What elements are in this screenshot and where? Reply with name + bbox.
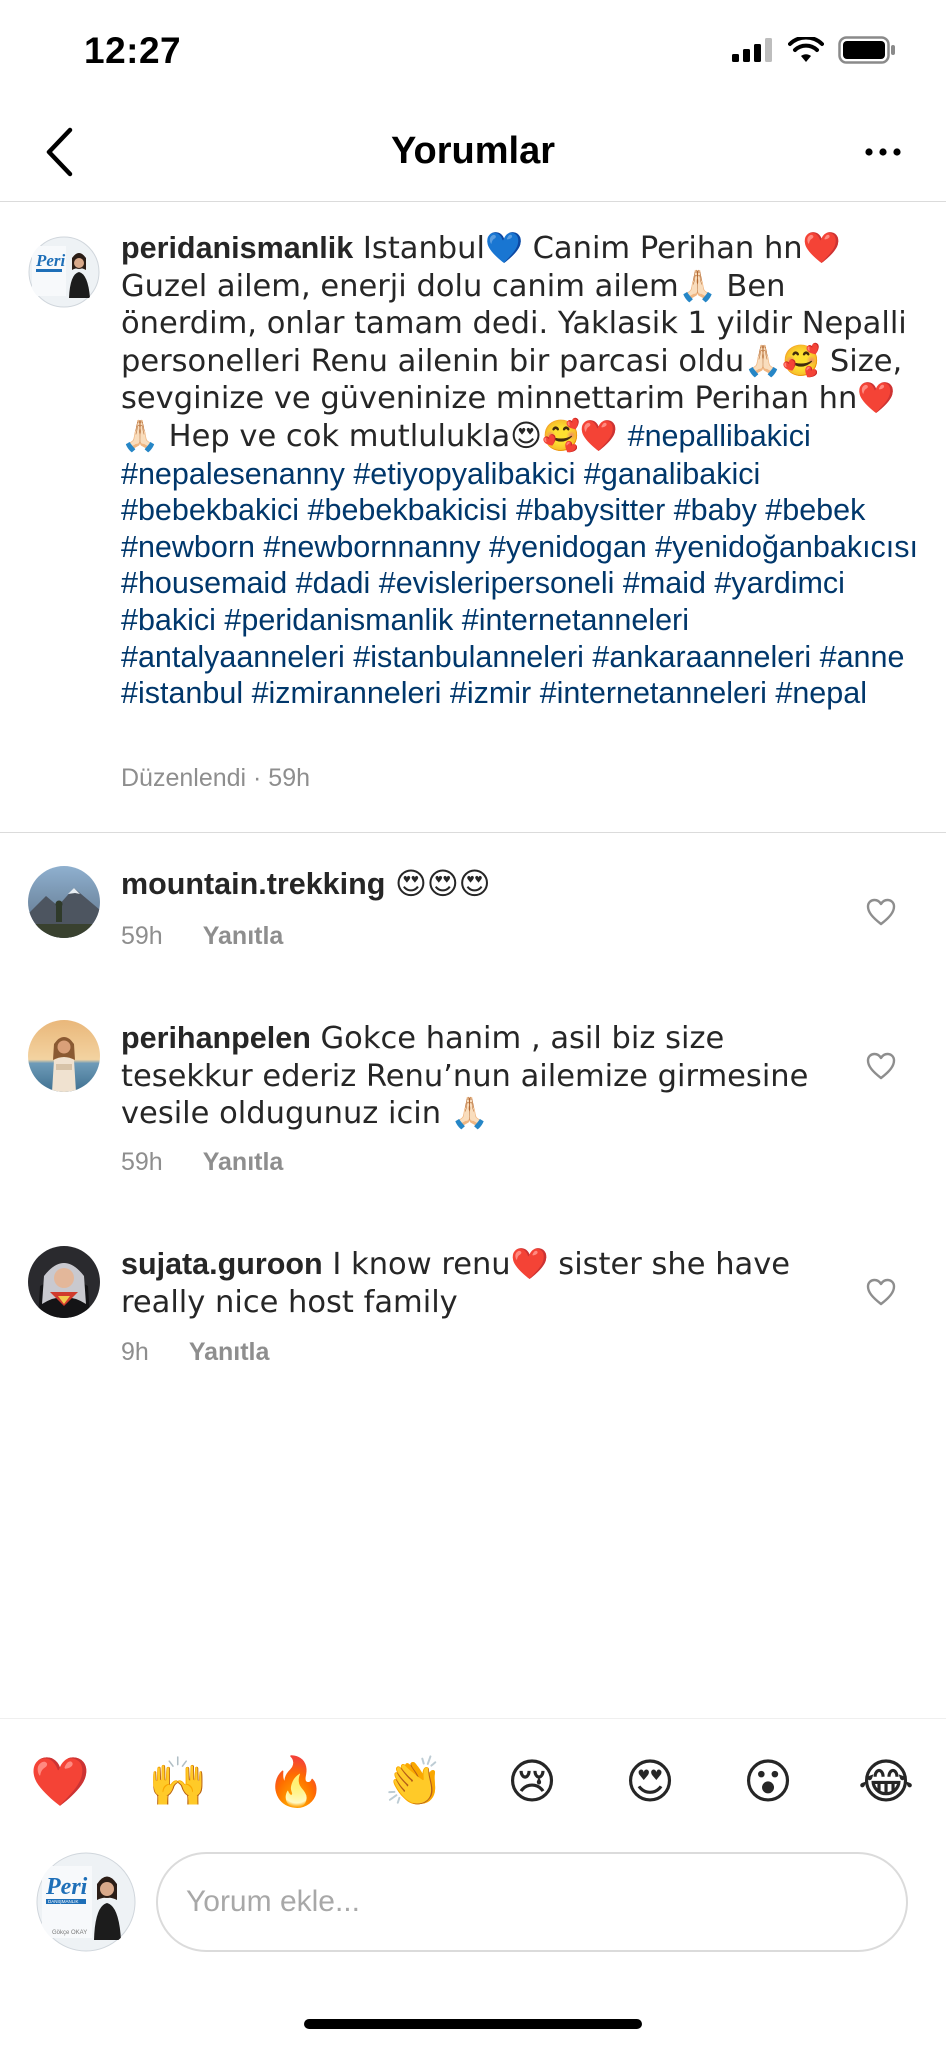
comment-text: perihanpelen Gokce hanim , asil biz size… [121, 1020, 821, 1133]
comment-username[interactable]: mountain.trekking [121, 867, 385, 901]
comment-meta: 59h Yanıtla [121, 922, 283, 951]
comment-time: 59h [121, 1148, 163, 1176]
avatar-logo-text: Peri [35, 251, 66, 270]
comment-composer: Peri DANIŞMANLIK Gökçe OKAY [0, 1850, 946, 1954]
heart-icon [866, 898, 896, 926]
clapping-emoji-button[interactable]: 👏 [384, 1752, 444, 1812]
comment-message: 😍😍😍 [385, 867, 491, 902]
battery-icon [838, 36, 896, 69]
comment-text: sujata.guroon I know renu❤️ sister she h… [121, 1246, 821, 1321]
comment-text: mountain.trekking 😍😍😍 [121, 866, 821, 904]
like-button[interactable] [864, 1050, 898, 1082]
reply-button[interactable]: Yanıtla [203, 922, 284, 951]
crying-emoji-button[interactable]: 😢 [502, 1752, 562, 1812]
comment-meta: 9h Yanıtla [121, 1338, 269, 1367]
laughing-emoji-button[interactable]: 😂 [856, 1752, 916, 1812]
avatar[interactable] [28, 866, 100, 938]
more-options-button[interactable] [858, 132, 908, 172]
avatar-logo-subtext: DANIŞMANLIK [48, 1899, 79, 1904]
comment-input[interactable] [156, 1852, 908, 1952]
status-time: 12:27 [84, 30, 182, 71]
caption-username[interactable]: peridanismanlik [121, 231, 353, 265]
wifi-icon [788, 35, 824, 68]
reply-button[interactable]: Yanıtla [189, 1338, 270, 1367]
comment-time: 59h [121, 922, 163, 950]
surprised-emoji-button[interactable]: 😮 [738, 1752, 798, 1812]
heart-icon [866, 1278, 896, 1306]
like-button[interactable] [864, 1276, 898, 1308]
home-indicator [304, 2019, 642, 2029]
page-title: Yorumlar [390, 130, 555, 172]
status-icons [732, 35, 896, 69]
heart-emoji-button[interactable]: ❤️ [30, 1752, 90, 1812]
nav-header: Yorumlar [0, 104, 946, 202]
signal-icon [732, 38, 774, 67]
caption-hashtags[interactable]: #nepallibakici #nepalesenanny #etiyopyal… [121, 419, 918, 710]
reply-button[interactable]: Yanıtla [203, 1148, 284, 1177]
comment-username[interactable]: sujata.guroon [121, 1247, 323, 1281]
emoji-reaction-bar: ❤️ 🙌 🔥 👏 😢 😍 😮 😂 [30, 1752, 916, 1812]
caption-meta: Düzenlendi · 59h [121, 764, 311, 792]
status-bar: 12:27 [0, 0, 946, 104]
comment-time: 9h [121, 1338, 149, 1366]
heart-icon [866, 1052, 896, 1080]
comment-username[interactable]: perihanpelen [121, 1021, 311, 1055]
fire-emoji-button[interactable]: 🔥 [266, 1752, 326, 1812]
caption-text: peridanismanlik Istanbul💙 Canim Perihan … [121, 230, 921, 712]
avatar[interactable] [28, 1020, 100, 1092]
divider [0, 1718, 946, 1719]
avatar[interactable]: Peri [28, 236, 100, 308]
like-button[interactable] [864, 896, 898, 928]
more-horizontal-icon [865, 148, 901, 156]
comment-meta: 59h Yanıtla [121, 1148, 283, 1177]
heart-eyes-emoji-button[interactable]: 😍 [620, 1752, 680, 1812]
avatar-logo-name: Gökçe OKAY [52, 1930, 87, 1936]
user-avatar: Peri DANIŞMANLIK Gökçe OKAY [36, 1852, 136, 1952]
avatar-logo-text: Peri [45, 1874, 88, 1900]
raising-hands-emoji-button[interactable]: 🙌 [148, 1752, 208, 1812]
divider [0, 832, 946, 833]
avatar[interactable] [28, 1246, 100, 1318]
